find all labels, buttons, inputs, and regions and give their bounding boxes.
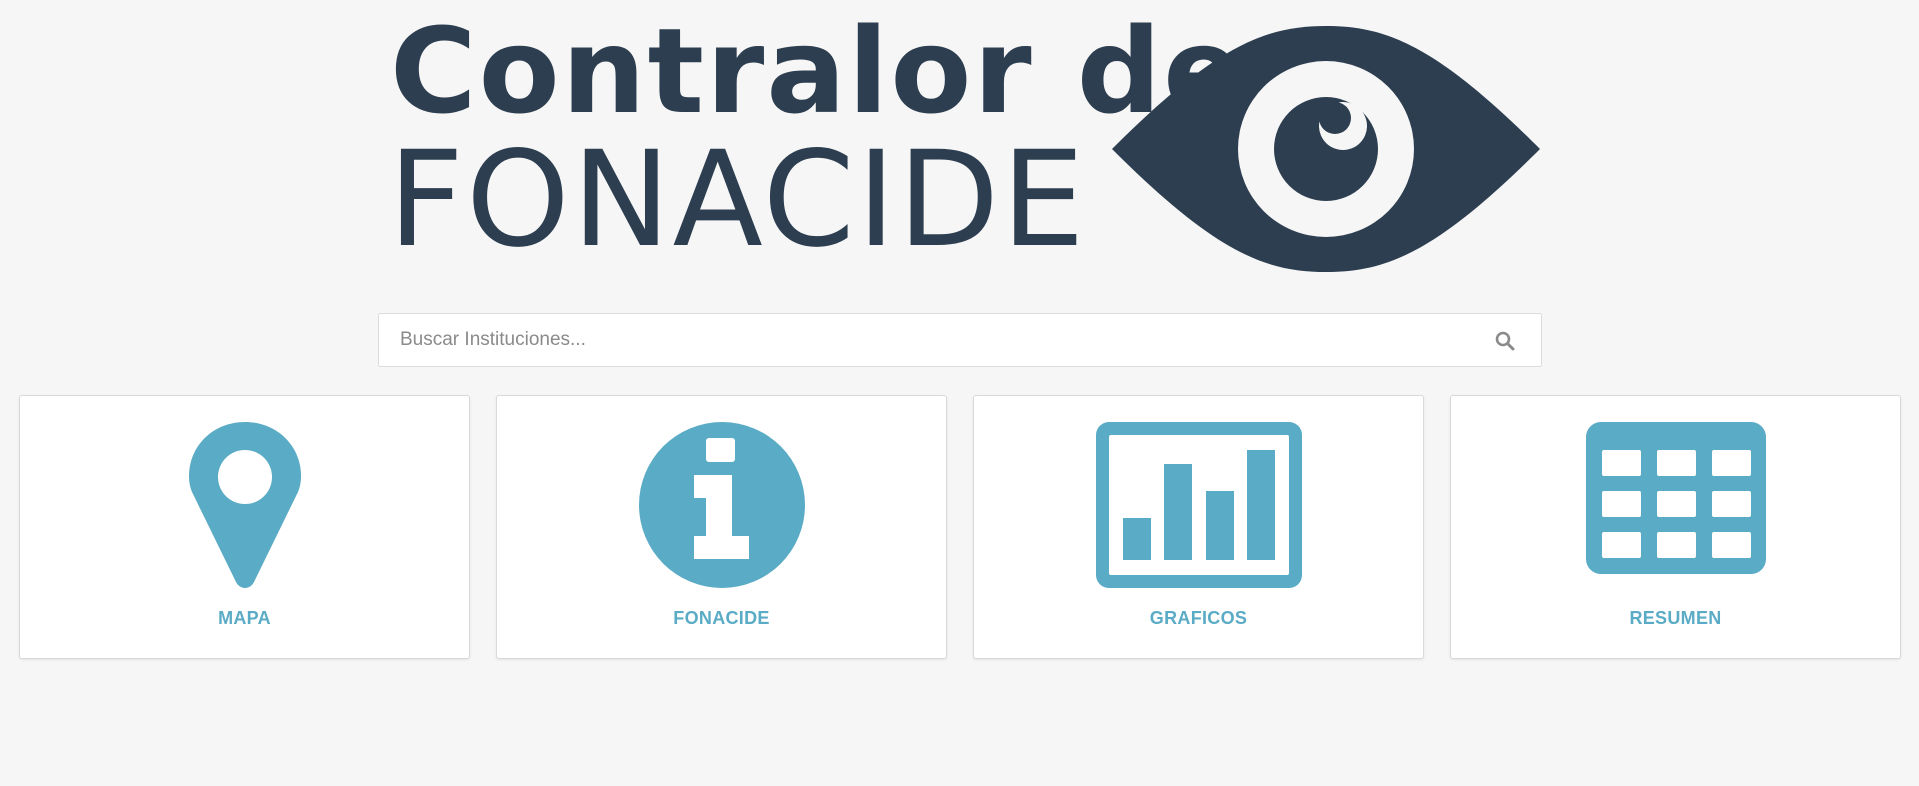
logo-title-line2: FONACIDE [388, 123, 1087, 277]
map-marker-icon [188, 422, 301, 588]
search-bar [378, 313, 1542, 367]
card-label: FONACIDE [673, 608, 770, 628]
card-label: MAPA [218, 608, 271, 628]
eye-icon [1112, 26, 1540, 272]
bar-chart-icon [1095, 422, 1302, 588]
card-graficos[interactable]: GRAFICOS [973, 395, 1424, 659]
search-icon[interactable] [1495, 331, 1515, 351]
info-icon [638, 422, 805, 588]
card-mapa[interactable]: MAPA [19, 395, 470, 659]
card-label: RESUMEN [1629, 608, 1722, 628]
nav-cards: MAPA FONACIDE GRAFICOS RESUMEN [19, 395, 1901, 659]
site-logo: Contralor de FONACIDE [380, 12, 1550, 280]
search-input[interactable] [379, 314, 1479, 366]
card-label: GRAFICOS [1149, 608, 1248, 628]
card-fonacide[interactable]: FONACIDE [496, 395, 947, 659]
card-resumen[interactable]: RESUMEN [1450, 395, 1901, 659]
table-grid-icon [1585, 422, 1766, 574]
